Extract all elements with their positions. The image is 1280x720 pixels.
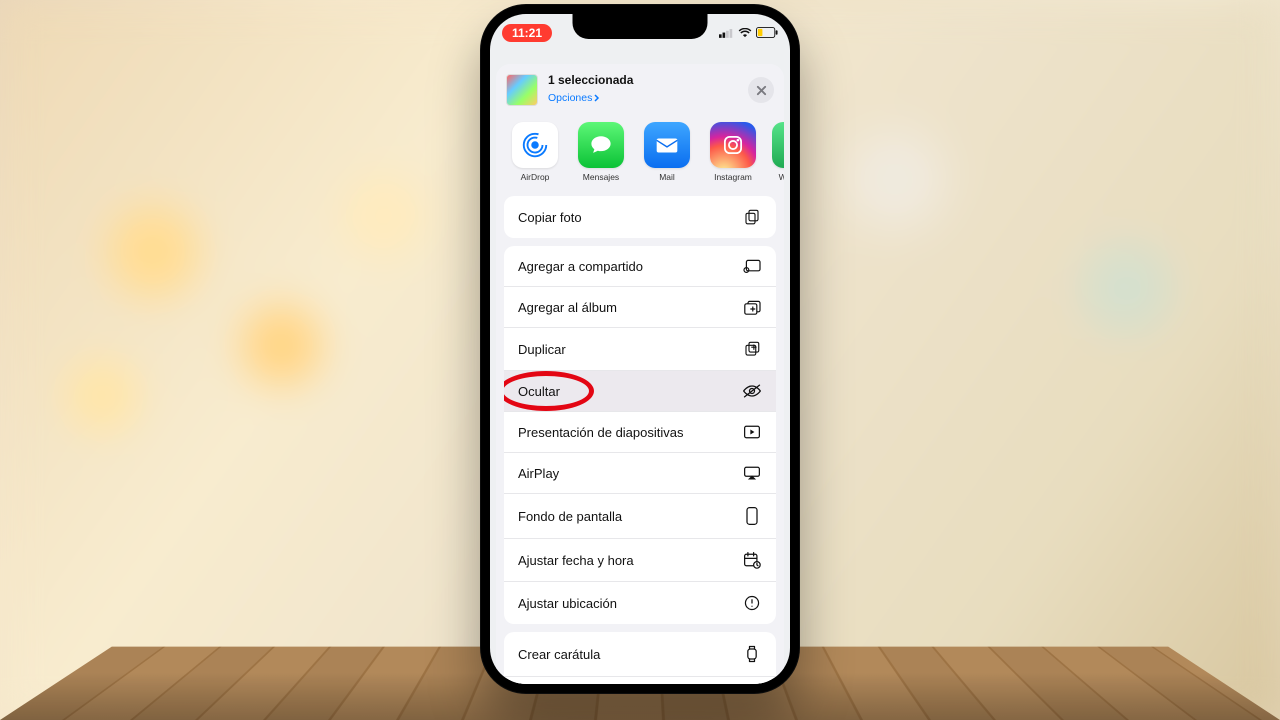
battery-icon: [756, 27, 778, 38]
date-time-icon: [742, 551, 762, 569]
share-target-label: Mensajes: [574, 172, 628, 182]
action-ocultar[interactable]: Ocultar: [504, 370, 776, 411]
action-label: Ajustar ubicación: [518, 596, 617, 611]
options-label: Opciones: [548, 92, 592, 104]
share-targets-row[interactable]: AirDrop Mensajes Mail Instagram Wh: [496, 114, 784, 188]
airplay-icon: [742, 465, 762, 481]
action-crear-caratula[interactable]: Crear carátula: [504, 632, 776, 676]
phone-frame: 11:21 1 seleccionada Opciones: [480, 4, 800, 694]
options-link[interactable]: Opciones: [548, 92, 600, 104]
phone-notch: [573, 14, 708, 39]
action-group: Agregar a compartido Agregar al álbum Dupl…: [504, 246, 776, 624]
action-label: AirPlay: [518, 466, 559, 481]
wifi-icon: [738, 28, 752, 38]
action-agregar-al-album[interactable]: Agregar al álbum: [504, 286, 776, 327]
selection-count: 1 seleccionada: [548, 74, 738, 88]
share-sheet-header: 1 seleccionada Opciones: [496, 64, 784, 114]
action-copiar-foto[interactable]: Copiar foto: [504, 196, 776, 238]
watchface-icon: [742, 644, 762, 664]
action-agregar-a-compartido[interactable]: Agregar a compartido: [504, 246, 776, 286]
selected-photo-thumbnail[interactable]: [506, 74, 538, 106]
action-label: Agregar al álbum: [518, 300, 617, 315]
action-duplicar[interactable]: Duplicar: [504, 327, 776, 370]
action-label: Agregar a compartido: [518, 259, 643, 274]
close-icon: [756, 85, 767, 96]
copy-icon: [742, 208, 762, 226]
add-album-icon: [742, 299, 762, 315]
wallpaper-icon: [742, 506, 762, 526]
share-target-airdrop[interactable]: AirDrop: [508, 122, 562, 182]
chevron-right-icon: [594, 94, 600, 102]
duplicate-icon: [742, 340, 762, 358]
action-group: Crear carátula Guardar en Archivos: [504, 632, 776, 684]
location-icon: [742, 594, 762, 612]
phone-screen: 11:21 1 seleccionada Opciones: [490, 14, 790, 684]
share-target-label: Mail: [640, 172, 694, 182]
hide-icon: [742, 383, 762, 399]
action-label: Crear carátula: [518, 647, 600, 662]
action-guardar-en-archivos[interactable]: Guardar en Archivos: [504, 676, 776, 684]
action-airplay[interactable]: AirPlay: [504, 452, 776, 493]
action-ajustar-fecha-y-hora[interactable]: Ajustar fecha y hora: [504, 538, 776, 581]
action-label: Duplicar: [518, 342, 566, 357]
share-target-label: AirDrop: [508, 172, 562, 182]
shared-album-icon: [742, 258, 762, 274]
action-label: Copiar foto: [518, 210, 582, 225]
action-presentacion-de-diapositivas[interactable]: Presentación de diapositivas: [504, 411, 776, 452]
share-target-label: Wh: [772, 172, 784, 182]
share-target-messages[interactable]: Mensajes: [574, 122, 628, 182]
share-target-whatsapp[interactable]: Wh: [772, 122, 784, 182]
share-target-label: Instagram: [706, 172, 760, 182]
slideshow-icon: [742, 424, 762, 440]
share-target-mail[interactable]: Mail: [640, 122, 694, 182]
actions-list[interactable]: Copiar fotoAgregar a compartidoAgregar a…: [496, 188, 784, 684]
action-label: Fondo de pantalla: [518, 509, 622, 524]
recording-time-pill: 11:21: [502, 24, 552, 42]
action-label: Presentación de diapositivas: [518, 425, 684, 440]
share-target-instagram[interactable]: Instagram: [706, 122, 760, 182]
action-ajustar-ubicacion[interactable]: Ajustar ubicación: [504, 581, 776, 624]
action-fondo-de-pantalla[interactable]: Fondo de pantalla: [504, 493, 776, 538]
action-group: Copiar foto: [504, 196, 776, 238]
cellular-icon: [719, 28, 734, 38]
share-sheet: 1 seleccionada Opciones AirDrop Mensajes M…: [496, 64, 784, 684]
action-label: Ocultar: [518, 384, 560, 399]
close-button[interactable]: [748, 77, 774, 103]
action-label: Ajustar fecha y hora: [518, 553, 634, 568]
